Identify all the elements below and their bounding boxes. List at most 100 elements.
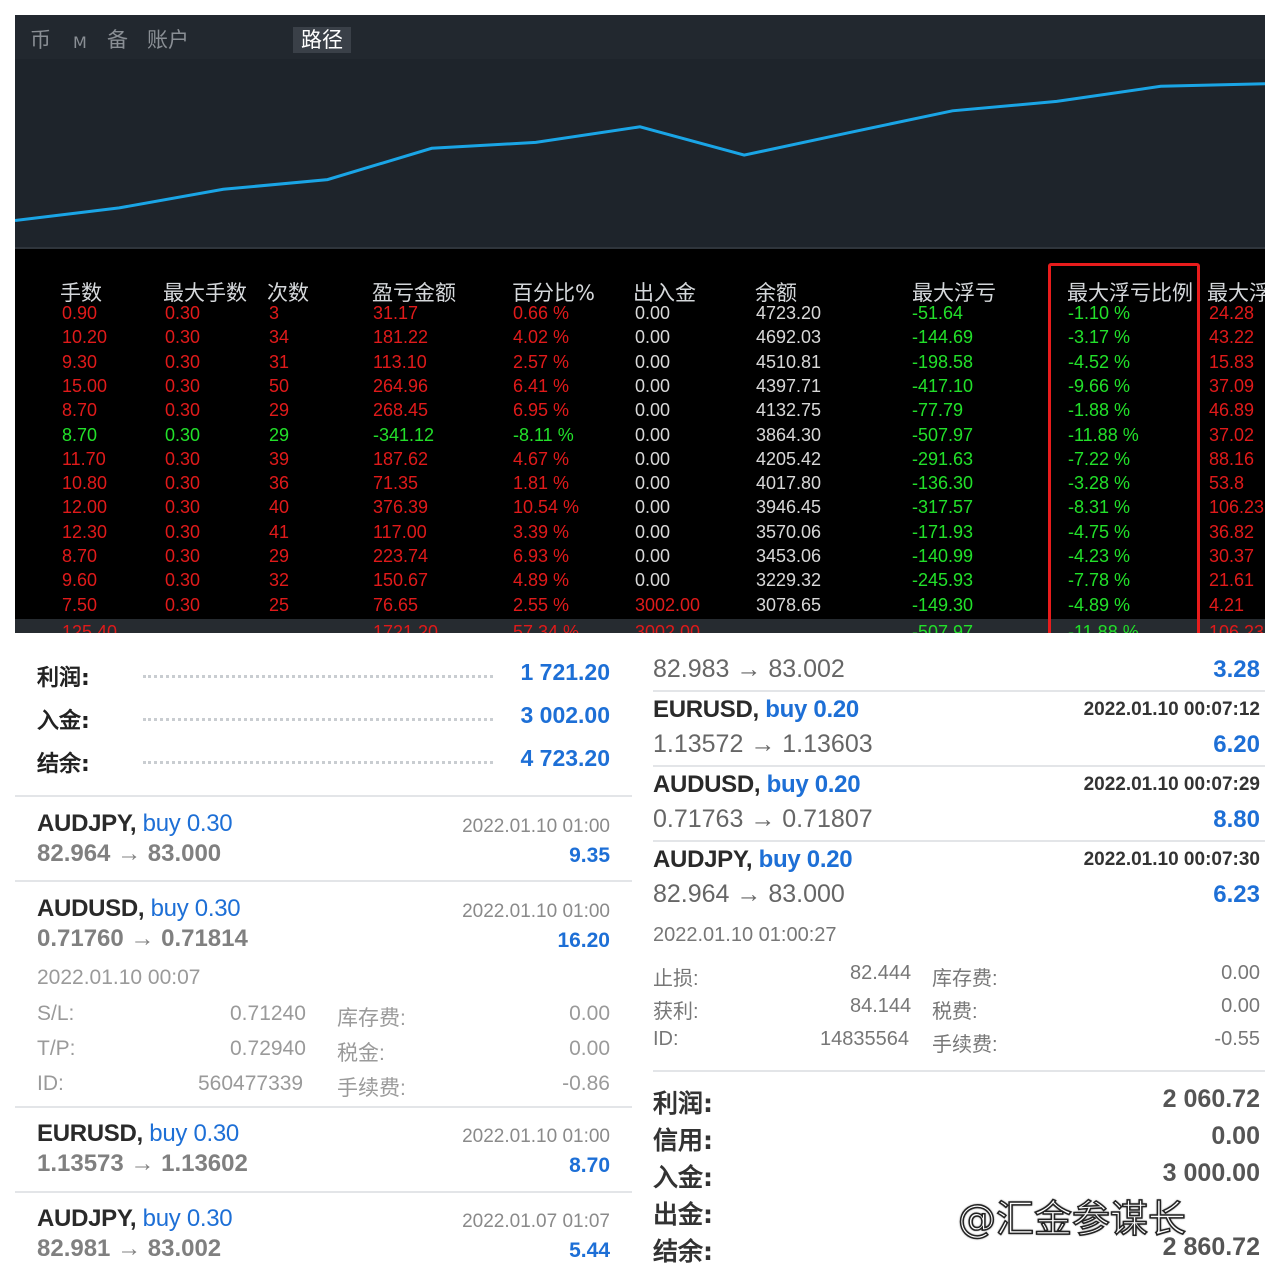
cell-balance: 4397.71 [756, 375, 822, 396]
detail-swap-label: 库存费: [337, 1007, 406, 1030]
detail-tax-value: 0.00 [569, 1037, 610, 1060]
cell-pct: 3.39 % [513, 521, 570, 542]
cell-count: 41 [269, 521, 290, 542]
tab-m[interactable]: M [73, 30, 87, 56]
cell-pct: 6.95 % [513, 400, 570, 421]
trade-price: 82.964 → 83.000 [653, 880, 845, 908]
cell-pct: 6.93 % [513, 546, 570, 566]
trade-price: 82.983 → 83.002 [653, 655, 845, 683]
watermark: @汇金参谋长 [957, 1196, 1187, 1242]
tab-path[interactable]: 路径 [293, 27, 351, 53]
trade-date: 2022.01.10 01:00 [462, 901, 610, 922]
cell-pct: -8.11 % [513, 424, 574, 445]
cell-pnl: 113.10 [373, 351, 427, 372]
right-history-panel: 82.983 → 83.002 3.28 EURUSD, buy 0.20 20… [640, 640, 1280, 1280]
trade-price: 1.13573 → 1.13602 [37, 1150, 248, 1177]
total-deposit: 3002.00 [635, 622, 701, 633]
trade-side: buy 0.30 [149, 1120, 239, 1147]
total-pct: 57.34 % [513, 622, 580, 633]
divider [15, 1191, 632, 1193]
tab-note[interactable]: 备 [107, 27, 128, 53]
detail-id-label: ID: [37, 1072, 64, 1095]
tab-account[interactable]: 账户 [147, 27, 189, 53]
detail-id-value: 14835564 [820, 1028, 909, 1050]
total-lots: 125.40 [62, 622, 118, 633]
detail-tax-label: 税金: [337, 1042, 385, 1065]
detail-id-value: 560477339 [198, 1072, 304, 1095]
detail-tp-label: 获利: [653, 1001, 699, 1023]
cell-pnl: 150.67 [373, 570, 429, 591]
terminal-panel: 币 M 备 账户 路径 手数 最大手数 次数 盈亏金额 百分比% 出入金 余额 … [15, 15, 1265, 633]
summary-balance-value: 4 723.20 [520, 745, 610, 771]
trade-side: buy 0.20 [758, 846, 853, 873]
tab-currency[interactable]: 币 [30, 27, 51, 53]
cell-count: 25 [269, 594, 290, 615]
cell-extra: 24.28 [1209, 303, 1255, 323]
cell-count: 31 [269, 351, 290, 372]
trade-symbol-line: EURUSD, buy 0.30 [37, 1120, 239, 1148]
cell-lots: 15.00 [62, 375, 108, 396]
cell-deposit: 0.00 [635, 400, 671, 421]
cell-extra: 53.8 [1209, 473, 1245, 494]
trade-price: 0.71763 → 0.71807 [653, 805, 873, 833]
summary-profit-value: 2 060.72 [1162, 1085, 1260, 1113]
cell-deposit: 0.00 [635, 546, 671, 566]
cell-deposit: 0.00 [635, 521, 671, 542]
cell-balance: 3453.06 [756, 546, 822, 566]
cell-lots: 8.70 [62, 546, 98, 566]
cell-deposit: 0.00 [635, 351, 671, 372]
trade-side: buy 0.20 [765, 696, 859, 723]
tab-bar: 币 M 备 账户 路径 [15, 15, 1265, 59]
detail-sl-label: 止损: [653, 968, 699, 990]
cell-pct: 0.66 % [513, 303, 570, 323]
cell-deposit: 0.00 [635, 570, 671, 591]
cell-pnl: -341.12 [373, 424, 435, 445]
cell-pct: 6.41 % [513, 375, 570, 396]
cell-pct: 1.81 % [513, 473, 570, 494]
cell-max-lots: 0.30 [165, 351, 201, 372]
cell-lots: 9.30 [62, 351, 98, 372]
cell-extra: 21.61 [1209, 570, 1255, 591]
cell-deposit: 0.00 [635, 375, 671, 396]
total-max-float: -507.97 [912, 622, 974, 633]
cell-count: 29 [269, 546, 290, 566]
trade-symbol: EURUSD, [37, 1120, 143, 1147]
cell-lots: 8.70 [62, 424, 98, 445]
cell-pct: 2.55 % [513, 594, 570, 615]
trade-symbol: AUDUSD, [37, 895, 145, 922]
cell-pct: 4.89 % [513, 570, 570, 591]
detail-tp-value: 84.144 [850, 995, 912, 1017]
summary-deposit-value: 3 000.00 [1162, 1159, 1260, 1187]
summary-profit-label: 利润: [37, 666, 90, 691]
summary-credit-value: 0.00 [1211, 1122, 1260, 1150]
cell-extra: 106.23 [1209, 497, 1265, 518]
trade-date: 2022.01.10 01:00 [462, 816, 610, 837]
cell-max-lots: 0.30 [165, 327, 201, 348]
summary-deposit-label: 入金: [37, 709, 90, 734]
trade-symbol: AUDUSD, [653, 771, 761, 798]
summary-profit-value: 1 721.20 [520, 659, 610, 685]
divider [653, 765, 1265, 767]
cell-deposit: 0.00 [635, 448, 671, 469]
detail-sl-value: 82.444 [850, 962, 912, 984]
cell-deposit: 0.00 [635, 424, 671, 445]
stats-table: 手数 最大手数 次数 盈亏金额 百分比% 出入金 余额 最大浮亏 最大浮亏比例 … [15, 249, 1265, 633]
detail-fee-label: 手续费: [337, 1077, 406, 1100]
summary-balance-label: 结余: [37, 752, 90, 777]
trade-profit: 5.44 [569, 1239, 610, 1262]
trade-side: buy 0.30 [142, 810, 233, 837]
trade-symbol-line: EURUSD, buy 0.20 [653, 696, 859, 724]
cell-max-lots: 0.30 [165, 448, 201, 469]
detail-tp-value: 0.72940 [230, 1037, 306, 1060]
trade-profit: 8.80 [1213, 806, 1260, 833]
cell-pnl: 117.00 [373, 521, 427, 542]
trade-symbol-line: AUDJPY, buy 0.20 [653, 846, 853, 874]
cell-extra: 30.37 [1209, 546, 1255, 566]
cell-extra: 46.89 [1209, 400, 1255, 421]
trade-profit: 6.20 [1213, 731, 1260, 758]
cell-deposit: 0.00 [635, 497, 671, 518]
detail-tax-value: 0.00 [1221, 995, 1260, 1017]
trade-price: 82.964 → 83.000 [37, 840, 222, 867]
trade-profit: 8.70 [569, 1154, 610, 1177]
cell-lots: 11.70 [62, 448, 106, 469]
